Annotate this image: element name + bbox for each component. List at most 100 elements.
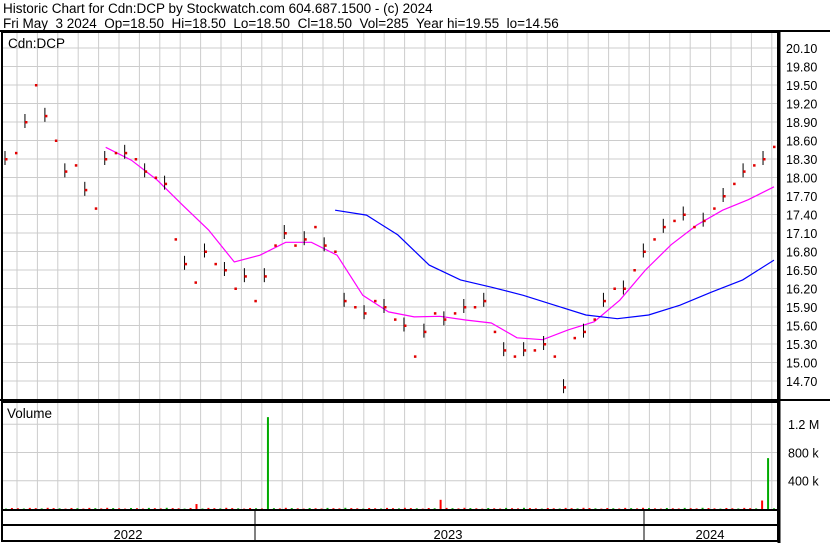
close-point — [463, 306, 467, 309]
price-tick-label: 16.50 — [786, 264, 817, 278]
close-point — [184, 262, 188, 266]
close-point — [433, 312, 437, 315]
short-ma-line — [105, 146, 775, 341]
price-tick-label: 15.90 — [786, 301, 817, 315]
close-point — [633, 269, 636, 272]
close-point — [483, 299, 487, 303]
close-point — [663, 225, 666, 229]
close-point — [344, 299, 347, 303]
close-point — [503, 349, 507, 352]
close-point — [643, 250, 646, 253]
close-point — [214, 262, 217, 266]
price-tick-label: 17.40 — [786, 209, 817, 223]
close-point — [254, 299, 257, 303]
close-point — [543, 343, 547, 346]
close-point — [473, 306, 477, 309]
close-point — [334, 250, 337, 253]
close-point — [443, 318, 447, 321]
close-point — [533, 349, 537, 352]
close-point — [64, 170, 68, 173]
close-point — [134, 158, 138, 161]
price-tick-label: 19.20 — [786, 98, 817, 112]
close-point — [294, 244, 297, 247]
volume-tick-label: 1.2 M — [788, 418, 819, 432]
close-point — [523, 349, 527, 352]
close-point — [104, 158, 108, 161]
close-point — [264, 275, 267, 278]
close-point — [623, 287, 626, 290]
price-tick-label: 15.30 — [786, 338, 817, 352]
close-point — [314, 225, 317, 229]
close-point — [74, 164, 78, 167]
stock-chart: Historic Chart for Cdn:DCP by Stockwatch… — [0, 0, 830, 543]
price-tick-label: 18.30 — [786, 153, 817, 167]
volume-tick-label: 800 k — [788, 446, 819, 460]
symbol-label: Cdn:DCP — [8, 36, 65, 51]
close-point — [413, 355, 417, 358]
close-point — [14, 151, 18, 155]
close-point — [54, 139, 58, 142]
close-point — [304, 238, 307, 241]
close-point — [763, 158, 766, 161]
close-point — [324, 244, 327, 247]
close-point — [194, 281, 198, 284]
chart-canvas: Cdn:DCP Volume 2022 2023 2024 20.10 19.80… — [0, 30, 830, 543]
close-point — [384, 306, 387, 309]
price-tick-label: 17.10 — [786, 227, 817, 241]
year-label-2024: 2024 — [696, 527, 725, 542]
price-tick-label: 15.60 — [786, 320, 817, 334]
close-point — [94, 207, 98, 210]
close-point — [24, 121, 28, 124]
close-point — [124, 151, 128, 155]
close-point — [164, 182, 168, 186]
close-point — [204, 250, 207, 253]
close-point — [613, 287, 616, 290]
close-point — [84, 188, 88, 192]
close-point — [553, 355, 557, 358]
close-point — [154, 176, 158, 179]
close-point — [563, 386, 567, 389]
close-point — [44, 114, 48, 118]
price-tick-label: 16.80 — [786, 246, 817, 260]
close-point — [673, 219, 676, 223]
close-point — [144, 170, 148, 173]
close-point — [423, 330, 427, 334]
close-point — [653, 238, 656, 241]
close-point — [174, 238, 178, 241]
close-point — [274, 244, 277, 247]
price-tick-label: 19.80 — [786, 61, 817, 75]
volume-tick-label: 400 k — [788, 475, 819, 489]
close-point — [5, 158, 8, 161]
close-point — [733, 182, 736, 186]
close-point — [244, 275, 247, 278]
price-tick-label: 17.70 — [786, 190, 817, 204]
year-label-2023: 2023 — [434, 527, 463, 542]
close-point — [603, 299, 606, 303]
close-point — [393, 318, 397, 321]
year-label-2022: 2022 — [114, 527, 143, 542]
price-panel-frame — [1, 31, 779, 401]
volume-label: Volume — [7, 406, 52, 421]
close-point — [374, 299, 377, 303]
price-tick-label: 15.00 — [786, 357, 817, 371]
close-point — [364, 312, 367, 315]
close-point — [583, 330, 586, 334]
close-point — [453, 312, 457, 315]
price-tick-label: 18.00 — [786, 172, 817, 186]
close-point — [753, 164, 756, 167]
close-point — [234, 287, 237, 290]
close-point — [773, 145, 776, 149]
close-point — [713, 207, 716, 210]
close-point — [683, 213, 686, 216]
close-point — [354, 306, 357, 309]
close-point — [114, 151, 118, 155]
close-point — [403, 324, 407, 327]
close-point — [593, 318, 596, 321]
close-point — [493, 330, 497, 334]
long-ma-line — [335, 209, 775, 320]
close-point — [723, 195, 726, 198]
grid — [3, 33, 777, 509]
close-point — [284, 232, 287, 235]
price-tick-label: 14.70 — [786, 375, 817, 389]
price-tick-label: 18.60 — [786, 135, 817, 149]
